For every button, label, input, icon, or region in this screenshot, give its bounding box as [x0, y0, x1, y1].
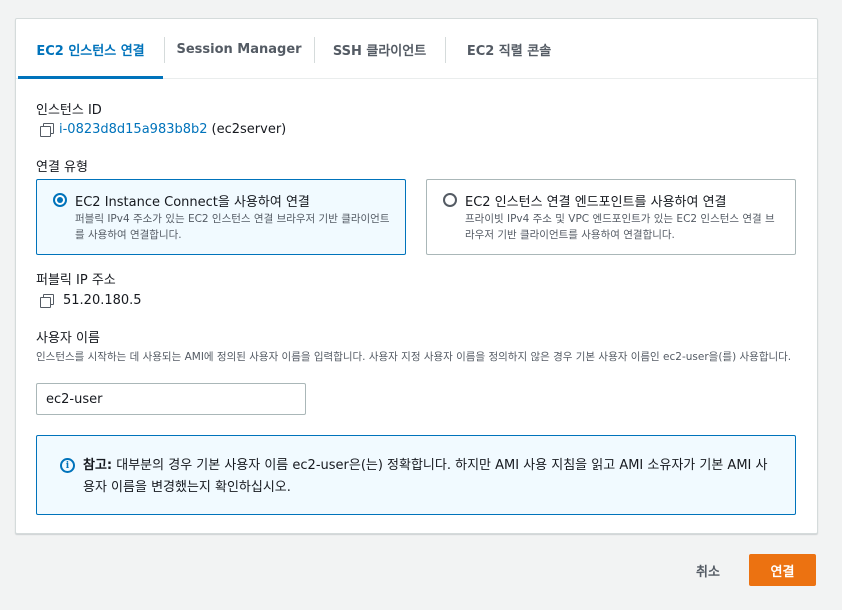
radio-unselected-icon[interactable] [443, 193, 457, 207]
connect-panel: EC2 인스턴스 연결 Session Manager SSH 클라이언트 EC… [15, 18, 818, 534]
option-title: EC2 Instance Connect을 사용하여 연결 [75, 195, 310, 210]
cancel-button[interactable]: 취소 [680, 554, 736, 586]
public-ip-row: 51.20.180.5 [40, 293, 142, 308]
tab-session-manager[interactable]: Session Manager [165, 19, 313, 79]
info-icon: i [60, 458, 75, 473]
option-description: 퍼블릭 IPv4 주소가 있는 EC2 인스턴스 연결 브라우저 기반 클라이언… [75, 213, 390, 241]
alert-text: 참고: 대부분의 경우 기본 사용자 이름 ec2-user은(는) 정확합니다… [83, 455, 773, 499]
tab-ec2-serial-console[interactable]: EC2 직렬 콘솔 [446, 19, 572, 79]
info-alert: i 참고: 대부분의 경우 기본 사용자 이름 ec2-user은(는) 정확합… [36, 435, 796, 515]
connection-type-label: 연결 유형 [36, 160, 88, 175]
instance-name: (ec2server) [211, 122, 287, 137]
tab-ec2-instance-connect[interactable]: EC2 인스턴스 연결 [18, 19, 163, 79]
instance-id-row: i-0823d8d15a983b8b2 (ec2server) [40, 122, 286, 137]
username-label: 사용자 이름 [36, 331, 100, 346]
tab-ssh-client[interactable]: SSH 클라이언트 [315, 19, 444, 79]
connect-button[interactable]: 연결 [749, 554, 816, 586]
copy-icon[interactable] [40, 123, 54, 137]
copy-icon[interactable] [40, 294, 54, 308]
option-description: 프라이빗 IPv4 주소 및 VPC 엔드포인트가 있는 EC2 인스턴스 연결… [465, 213, 775, 241]
public-ip-value: 51.20.180.5 [63, 293, 142, 308]
username-input[interactable] [36, 383, 306, 415]
alert-message: 대부분의 경우 기본 사용자 이름 ec2-user은(는) 정확합니다. 하지… [83, 458, 768, 495]
username-hint: 인스턴스를 시작하는 데 사용되는 AMI에 정의된 사용자 이름을 입력합니다… [36, 351, 792, 363]
radio-selected-icon[interactable] [53, 193, 67, 207]
connection-option-endpoint[interactable]: EC2 인스턴스 연결 엔드포인트를 사용하여 연결 프라이빗 IPv4 주소 … [426, 179, 796, 255]
option-title: EC2 인스턴스 연결 엔드포인트를 사용하여 연결 [465, 195, 727, 210]
instance-id-link[interactable]: i-0823d8d15a983b8b2 [59, 122, 208, 137]
public-ip-label: 퍼블릭 IP 주소 [36, 273, 116, 288]
connection-option-instance-connect[interactable]: EC2 Instance Connect을 사용하여 연결 퍼블릭 IPv4 주… [36, 179, 406, 255]
alert-bold-label: 참고: [83, 458, 113, 473]
tab-bar: EC2 인스턴스 연결 Session Manager SSH 클라이언트 EC… [16, 19, 817, 79]
instance-id-label: 인스턴스 ID [36, 103, 102, 118]
